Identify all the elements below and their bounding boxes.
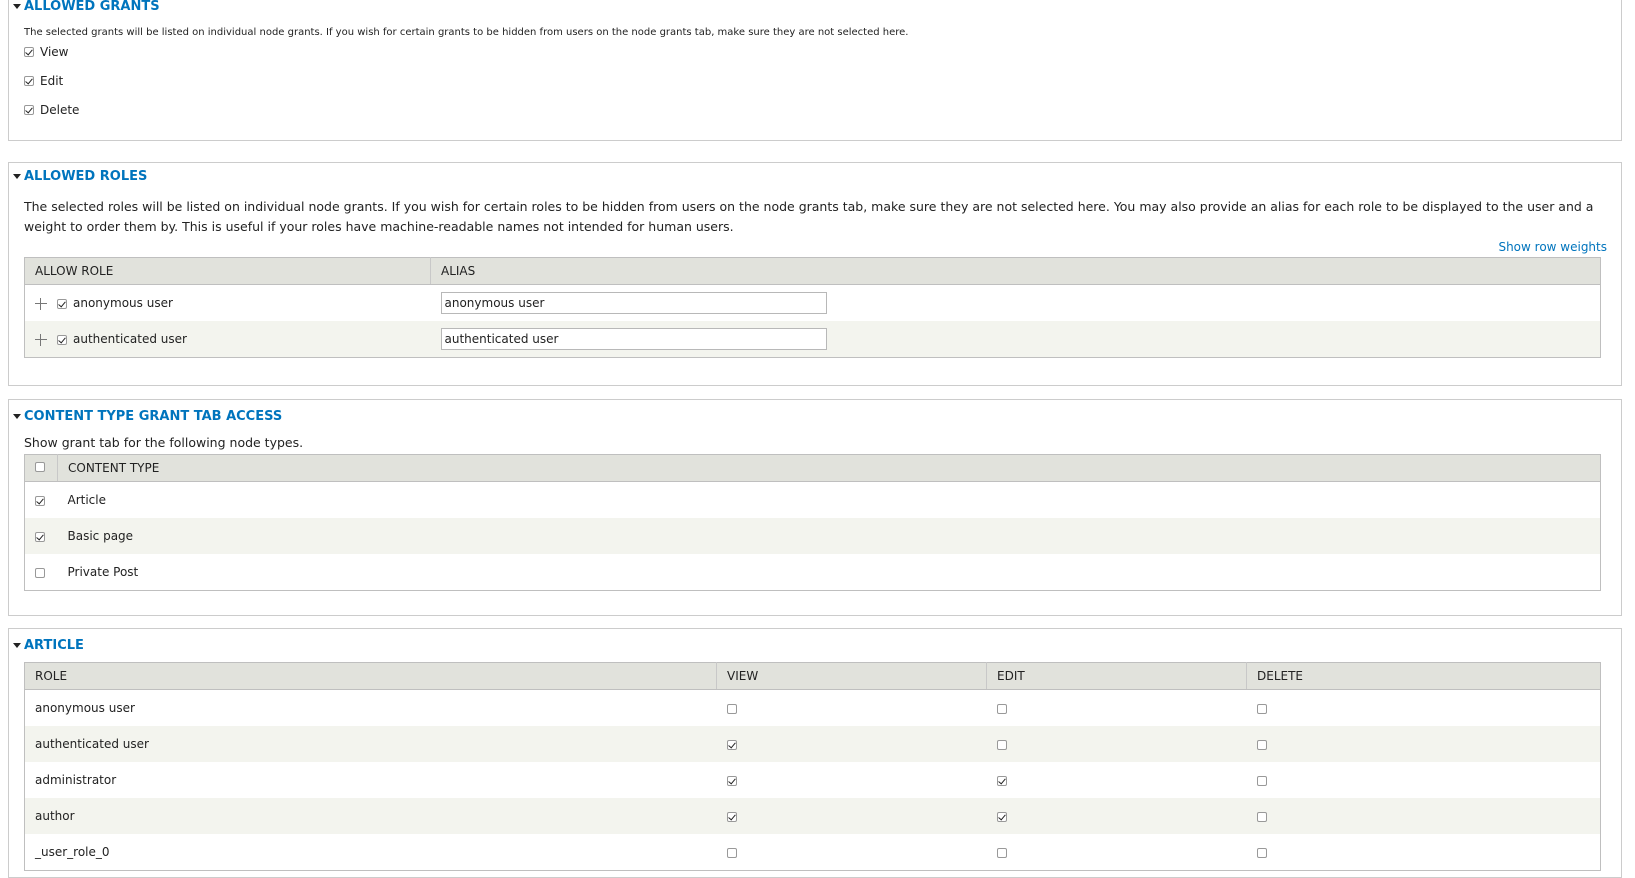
grant-edit-label: Edit — [40, 74, 64, 88]
article-fieldset: ARTICLE ROLE VIEW EDIT DELETE anonymous … — [8, 628, 1622, 878]
content-type-basic-page-checkbox[interactable] — [35, 531, 45, 542]
article-view-checkbox[interactable] — [726, 703, 737, 714]
allowed-grants-toggle[interactable]: ALLOWED GRANTS — [13, 0, 160, 14]
content-type-toggle[interactable]: CONTENT TYPE GRANT TAB ACCESS — [13, 409, 282, 424]
collapse-triangle-icon — [13, 414, 21, 419]
article-role-label: anonymous user — [35, 701, 135, 715]
table-row: anonymous user — [25, 285, 1601, 322]
table-row: authenticated user — [24, 726, 1601, 762]
allowed-grants-description: The selected grants will be listed on in… — [24, 27, 909, 38]
article-edit-checkbox[interactable] — [996, 811, 1007, 822]
allowed-roles-title: ALLOWED ROLES — [24, 169, 148, 184]
view-header: VIEW — [716, 662, 987, 690]
article-toggle[interactable]: ARTICLE — [13, 638, 84, 653]
article-delete-checkbox[interactable] — [1256, 739, 1267, 750]
allowed-roles-description: The selected roles will be listed on ind… — [24, 199, 1594, 234]
allowed-roles-table: ALLOW ROLE ALIAS anonymous user authenti… — [24, 257, 1601, 358]
article-delete-checkbox[interactable] — [1256, 847, 1267, 858]
alias-header: ALIAS — [430, 257, 1601, 285]
article-role-label: administrator — [35, 773, 117, 787]
drag-handle-icon[interactable] — [35, 333, 47, 346]
article-delete-checkbox[interactable] — [1256, 811, 1267, 822]
allowed-roles-fieldset: ALLOWED ROLES The selected roles will be… — [8, 162, 1622, 386]
collapse-triangle-icon — [13, 643, 21, 648]
content-type-article-checkbox[interactable] — [35, 495, 45, 506]
article-role-label: _user_role_0 — [35, 845, 110, 859]
grant-delete-checkbox[interactable] — [24, 105, 34, 115]
article-edit-checkbox[interactable] — [996, 847, 1007, 858]
delete-header: DELETE — [1246, 662, 1601, 690]
table-row: authenticated user — [24, 321, 1601, 358]
allowed-grants-title: ALLOWED GRANTS — [24, 0, 160, 14]
grant-view-checkbox[interactable] — [24, 47, 34, 57]
article-role-label: author — [24, 798, 717, 834]
article-grants-table: ROLE VIEW EDIT DELETE anonymous user auth… — [24, 662, 1601, 871]
content-type-table: CONTENT TYPE Article Basic page Private … — [24, 454, 1601, 591]
article-view-checkbox[interactable] — [726, 847, 737, 858]
article-title: ARTICLE — [24, 638, 84, 653]
content-type-basic-page-label: Basic page — [57, 518, 1601, 554]
role-authenticated-label: authenticated user — [73, 332, 187, 346]
drag-handle-icon[interactable] — [35, 297, 47, 310]
alias-anonymous-input[interactable] — [440, 292, 827, 314]
table-row: administrator — [25, 762, 1601, 798]
content-type-article-label: Article — [67, 493, 107, 507]
article-view-checkbox[interactable] — [726, 811, 737, 822]
role-header: ROLE — [24, 662, 717, 690]
article-role-label: authenticated user — [24, 726, 717, 762]
grant-delete-label: Delete — [40, 103, 80, 117]
collapse-triangle-icon — [13, 4, 21, 9]
article-edit-checkbox[interactable] — [996, 739, 1007, 750]
table-row: author — [24, 798, 1601, 834]
grant-view-label: View — [40, 45, 69, 59]
grant-delete-option[interactable]: Delete — [24, 103, 79, 117]
table-row: Basic page — [24, 518, 1601, 554]
content-type-header: CONTENT TYPE — [57, 454, 1601, 482]
allowed-grants-fieldset: ALLOWED GRANTS The selected grants will … — [8, 0, 1622, 141]
table-row: Private Post — [25, 554, 1601, 591]
article-edit-checkbox[interactable] — [996, 775, 1007, 786]
alias-authenticated-input[interactable] — [440, 328, 827, 350]
content-type-private-post-label: Private Post — [67, 565, 139, 579]
collapse-triangle-icon — [13, 174, 21, 179]
role-anonymous-label: anonymous user — [73, 296, 173, 310]
allowed-roles-toggle[interactable]: ALLOWED ROLES — [13, 169, 147, 184]
role-anonymous-checkbox[interactable] — [57, 298, 67, 309]
allow-role-header: ALLOW ROLE — [24, 257, 431, 285]
table-row: anonymous user — [25, 690, 1601, 727]
article-view-checkbox[interactable] — [726, 775, 737, 786]
article-delete-checkbox[interactable] — [1256, 775, 1267, 786]
content-type-private-post-checkbox[interactable] — [35, 567, 45, 578]
edit-header: EDIT — [986, 662, 1247, 690]
article-delete-checkbox[interactable] — [1256, 703, 1267, 714]
article-edit-checkbox[interactable] — [996, 703, 1007, 714]
content-type-description: Show grant tab for the following node ty… — [24, 435, 304, 450]
show-row-weights-link[interactable]: Show row weights — [1498, 240, 1607, 254]
select-all-checkbox[interactable] — [35, 462, 45, 472]
role-authenticated-checkbox[interactable] — [57, 334, 67, 345]
content-type-fieldset: CONTENT TYPE GRANT TAB ACCESS Show grant… — [8, 399, 1622, 616]
grant-edit-checkbox[interactable] — [24, 76, 34, 86]
table-row: Article — [25, 482, 1601, 519]
table-row: _user_role_0 — [25, 834, 1601, 871]
content-type-title: CONTENT TYPE GRANT TAB ACCESS — [24, 409, 283, 424]
article-view-checkbox[interactable] — [726, 739, 737, 750]
grant-edit-option[interactable]: Edit — [24, 74, 63, 88]
grant-view-option[interactable]: View — [24, 45, 68, 59]
